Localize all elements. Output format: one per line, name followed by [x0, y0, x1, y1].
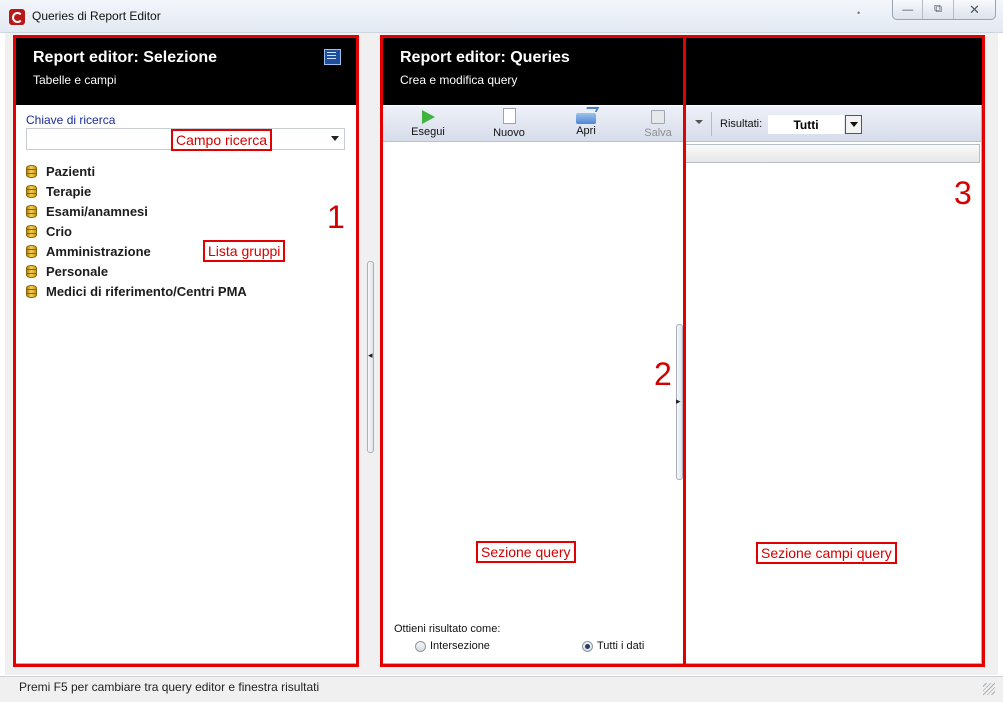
- window-controls: — ⧉ ✕: [892, 0, 996, 20]
- annotation-box-2: [380, 35, 686, 667]
- chevron-left-icon[interactable]: ◂: [368, 350, 373, 361]
- resize-grip-icon[interactable]: [983, 683, 995, 695]
- status-text: Premi F5 per cambiare tra query editor e…: [19, 680, 320, 694]
- window-title: Queries di Report Editor: [32, 9, 161, 23]
- annotation-group-list: Lista gruppi: [203, 240, 286, 262]
- close-button[interactable]: ✕: [954, 0, 995, 19]
- annotation-search-field: Campo ricerca: [171, 129, 273, 151]
- annotation-number-1: 1: [327, 199, 345, 235]
- title-bar-dot-icon: •: [857, 8, 861, 18]
- minimize-button[interactable]: —: [893, 0, 924, 19]
- annotation-number-2: 2: [654, 356, 672, 392]
- annotation-box-3: [683, 35, 985, 667]
- maximize-button[interactable]: ⧉: [923, 0, 954, 19]
- annotation-query-fields-section: Sezione campi query: [756, 542, 897, 564]
- app-logo-icon[interactable]: [9, 9, 25, 25]
- annotation-query-section: Sezione query: [476, 541, 576, 563]
- annotation-number-3: 3: [954, 175, 972, 211]
